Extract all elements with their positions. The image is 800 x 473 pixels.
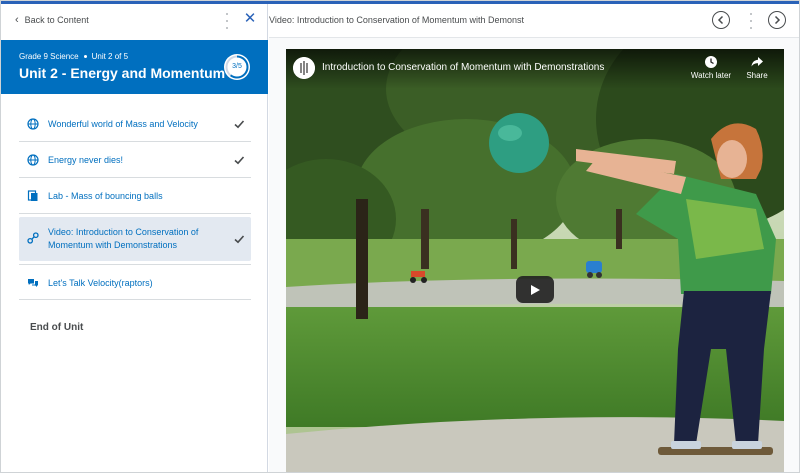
- chevron-left-icon: [717, 15, 724, 25]
- globe-icon: [27, 154, 39, 166]
- divider-dots-icon: [225, 13, 228, 29]
- breadcrumb-separator: [83, 55, 87, 58]
- link-icon: [27, 232, 39, 244]
- unit-breadcrumb: Grade 9 Science Unit 2 of 5: [19, 52, 128, 61]
- unit-position: Unit 2 of 5: [91, 52, 129, 61]
- list-item[interactable]: Energy never dies!: [19, 142, 251, 178]
- list-item-label: Energy never dies!: [48, 155, 124, 165]
- sidebar-toolbar: ‹ Back to Content ✕: [1, 4, 268, 38]
- video-frame: [286, 49, 784, 472]
- channel-logo-icon[interactable]: [293, 57, 315, 79]
- list-item-label: Lab - Mass of bouncing balls: [48, 191, 163, 201]
- list-item[interactable]: Let's Talk Velocity(raptors): [19, 264, 251, 300]
- discussion-icon: [28, 279, 38, 287]
- back-to-content-label: Back to Content: [24, 15, 89, 25]
- video-player[interactable]: Introduction to Conservation of Momentum…: [286, 49, 784, 472]
- close-icon[interactable]: ✕: [242, 11, 258, 27]
- list-item-label: Video: Introduction to Conservation of M…: [48, 227, 199, 250]
- list-item[interactable]: Lab - Mass of bouncing balls: [19, 178, 251, 214]
- checkmark-icon: [234, 120, 245, 129]
- list-item[interactable]: Wonderful world of Mass and Velocity: [19, 106, 251, 142]
- unit-items-list: Wonderful world of Mass and Velocity Ene…: [19, 106, 251, 300]
- checkmark-icon: [234, 235, 245, 244]
- chevron-left-icon: ‹: [15, 14, 19, 26]
- share-button[interactable]: Share: [735, 55, 779, 80]
- list-item-active[interactable]: Video: Introduction to Conservation of M…: [19, 217, 251, 261]
- app-window: ‹ Back to Content ✕ Grade 9 Science Unit…: [0, 0, 800, 473]
- share-label: Share: [746, 71, 768, 80]
- watch-later-button[interactable]: Watch later: [689, 55, 733, 80]
- back-to-content-link[interactable]: ‹ Back to Content: [15, 14, 89, 26]
- globe-icon: [27, 118, 39, 130]
- sidebar: ‹ Back to Content ✕ Grade 9 Science Unit…: [1, 4, 268, 472]
- content-toolbar: Video: Introduction to Conservation of M…: [269, 4, 799, 38]
- play-icon: [531, 284, 540, 295]
- unit-header: Grade 9 Science Unit 2 of 5 Unit 2 - Ene…: [1, 40, 268, 94]
- share-arrow-icon: [751, 57, 763, 67]
- video-title[interactable]: Introduction to Conservation of Momentum…: [322, 62, 604, 73]
- next-topic-button[interactable]: [768, 11, 786, 29]
- list-item-label: Let's Talk Velocity(raptors): [48, 278, 153, 288]
- unit-title: Unit 2 - Energy and Momentum: [19, 65, 226, 81]
- end-of-unit-label: End of Unit: [30, 322, 84, 333]
- progress-label: 3/5: [232, 63, 242, 70]
- main-content: Video: Introduction to Conservation of M…: [269, 4, 799, 472]
- divider-dots-icon: [749, 13, 752, 29]
- page-title: Video: Introduction to Conservation of M…: [269, 15, 524, 25]
- clock-icon: [705, 56, 717, 68]
- course-name: Grade 9 Science: [19, 52, 79, 61]
- document-icon: [27, 190, 38, 201]
- play-button[interactable]: [516, 276, 554, 303]
- previous-topic-button[interactable]: [712, 11, 730, 29]
- list-item-label: Wonderful world of Mass and Velocity: [48, 119, 198, 129]
- watch-later-label: Watch later: [690, 71, 732, 80]
- checkmark-icon: [234, 156, 245, 165]
- chevron-right-icon: [774, 15, 781, 25]
